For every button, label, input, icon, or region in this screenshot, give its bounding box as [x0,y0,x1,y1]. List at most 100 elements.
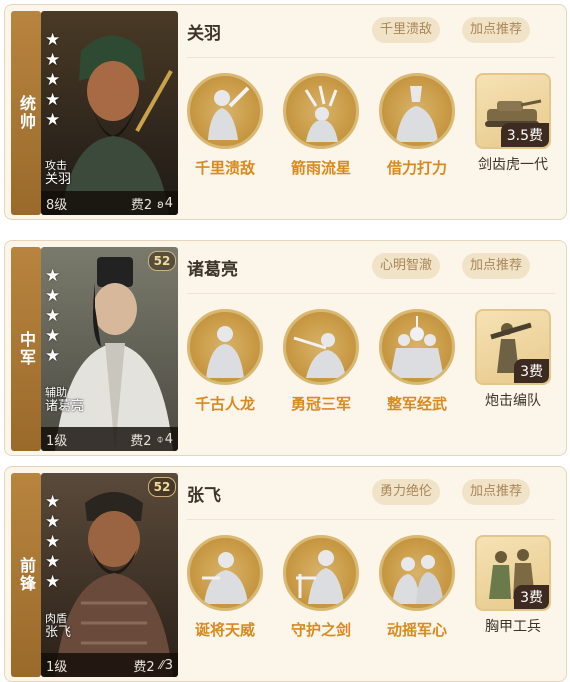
unit-fee: 3.5费 [500,123,549,147]
divider [187,293,555,294]
general-portrait[interactable]: ★ ★ ★ ★ ★ 攻击 关羽 8级 费2 𐐪 4 [41,11,178,215]
star-icon: ★ [45,30,61,50]
army-formation-icon [390,316,444,378]
role-label: 中军 [11,247,41,451]
skill-name: 守护之剑 [290,621,351,639]
skill-name: 勇冠三军 [290,395,351,413]
skill-2[interactable]: 箭雨流星 [276,73,366,178]
general-type: 肉盾 [45,612,67,625]
star-icon: ★ [45,50,61,70]
star-icon: ★ [45,70,61,90]
general-portrait[interactable]: 52 ★ ★ ★ ★ ★ 肉盾 张飞 1级 费2 ⁄⁄ 3 [41,473,178,677]
portrait-art-icon [41,473,178,677]
role-label: 前锋 [11,473,41,677]
unit-name: 胸甲工兵 [485,619,541,635]
skill-3[interactable]: 动摇军心 [372,535,462,640]
wing-icon: 𐐪 [157,196,164,211]
star-rating: ★ ★ ★ ★ ★ [45,493,60,591]
star-icon: ★ [45,346,61,366]
recommend-points-tag[interactable]: 加点推荐 [462,253,531,279]
star-icon: ★ [45,326,61,346]
counter-attack-icon [396,86,438,142]
warrior-attack-icon [208,86,250,140]
troop-count: 4 [164,195,173,211]
general-level: 8级 [46,197,68,213]
portrait-name: 关羽 [45,172,72,187]
general-type: 攻击 [45,159,67,172]
general-card-zhugeliang: 中军 52 ★ ★ ★ ★ ★ 辅助 诸葛亮 1级 费2 ⌽ 4 诸葛亮 心明智… [4,240,567,456]
signature-tag[interactable]: 千里溃敌 [372,17,441,43]
star-icon: ★ [45,492,61,512]
skill-name: 整军经武 [386,395,447,413]
star-icon: ★ [45,532,61,552]
troop-unit[interactable]: 3.5费 剑齿虎一代 [473,73,553,175]
skill-name: 借力打力 [386,159,447,177]
skill-name: 诞将天威 [194,621,255,639]
skill-1[interactable]: 千古人龙 [180,309,270,414]
star-icon: ★ [45,572,61,592]
troop-count: 4 [164,431,173,447]
general-portrait[interactable]: 52 ★ ★ ★ ★ ★ 辅助 诸葛亮 1级 费2 ⌽ 4 [41,247,178,451]
portrait-name: 张飞 [45,625,72,640]
star-icon: ★ [45,306,61,326]
troop-unit[interactable]: 3费 炮击编队 [473,309,553,411]
demoralize-icon [392,555,444,604]
star-icon: ★ [45,286,61,306]
general-name: 张飞 [187,486,221,506]
general-level: 1级 [46,659,68,675]
recommend-points-tag[interactable]: 加点推荐 [462,17,531,43]
general-type: 辅助 [45,386,67,399]
unit-fee: 3费 [514,359,549,383]
star-icon: ★ [45,552,61,572]
portrait-stats: 1级 费2 ⁄⁄ 3 [41,653,178,677]
signature-tag[interactable]: 心明智澈 [372,253,441,279]
skill-name: 千里溃敌 [194,159,255,177]
divider [187,57,555,58]
feather-icon: ⁄⁄ [159,658,164,672]
portrait-stats: 1级 费2 ⌽ 4 [41,427,178,451]
troop-unit[interactable]: 3费 胸甲工兵 [473,535,553,637]
cavalry-charge-icon [293,333,346,378]
star-icon: ★ [45,90,61,110]
skill-3[interactable]: 整军经武 [372,309,462,414]
guardian-sword-icon [296,550,344,604]
star-icon: ★ [45,110,61,130]
skill-3[interactable]: 借力打力 [372,73,462,178]
portrait-name: 诸葛亮 [45,399,85,414]
general-cost: 费2 [133,659,155,675]
skill-name: 箭雨流星 [290,159,351,177]
skill-1[interactable]: 千里溃敌 [180,73,270,178]
skill-name: 动摇军心 [386,621,447,639]
unit-name: 剑齿虎一代 [478,157,548,173]
skill-2[interactable]: 守护之剑 [276,535,366,640]
unit-fee: 3费 [514,585,549,609]
general-name: 诸葛亮 [187,260,238,280]
arrow-rain-icon [304,85,338,142]
star-rating: ★ ★ ★ ★ ★ [45,267,60,365]
skill-2[interactable]: 勇冠三军 [276,309,366,414]
troop-count: 3 [164,657,173,673]
portrait-stats: 8级 费2 𐐪 4 [41,191,178,215]
portrait-art-icon [41,247,178,451]
skill-name: 千古人龙 [194,395,255,413]
rank-badge: 52 [148,477,176,497]
star-icon: ★ [45,266,61,286]
general-cost: 费2 [130,433,152,449]
general-level: 1级 [46,433,68,449]
strategist-icon [206,326,244,378]
divider [187,519,555,520]
general-might-icon [202,552,248,604]
role-label: 统帅 [11,11,41,215]
general-name: 关羽 [187,24,221,44]
unit-name: 炮击编队 [485,393,541,409]
star-rating: ★ ★ ★ ★ ★ [45,31,60,129]
general-cost: 费2 [130,197,153,213]
skill-1[interactable]: 诞将天威 [180,535,270,640]
star-icon: ★ [45,512,61,532]
recommend-points-tag[interactable]: 加点推荐 [462,479,531,505]
general-card-guanyu: 统帅 ★ ★ ★ ★ ★ 攻击 关羽 8级 费2 𐐪 4 关羽 千里溃敌 加点推… [4,4,567,220]
rank-badge: 52 [148,251,176,271]
signature-tag[interactable]: 勇力绝伦 [372,479,441,505]
sword-icon: ⌽ [156,431,164,446]
general-card-zhangfei: 前锋 52 ★ ★ ★ ★ ★ 肉盾 张飞 1级 费2 ⁄⁄ 3 张飞 勇力绝伦… [4,466,567,682]
